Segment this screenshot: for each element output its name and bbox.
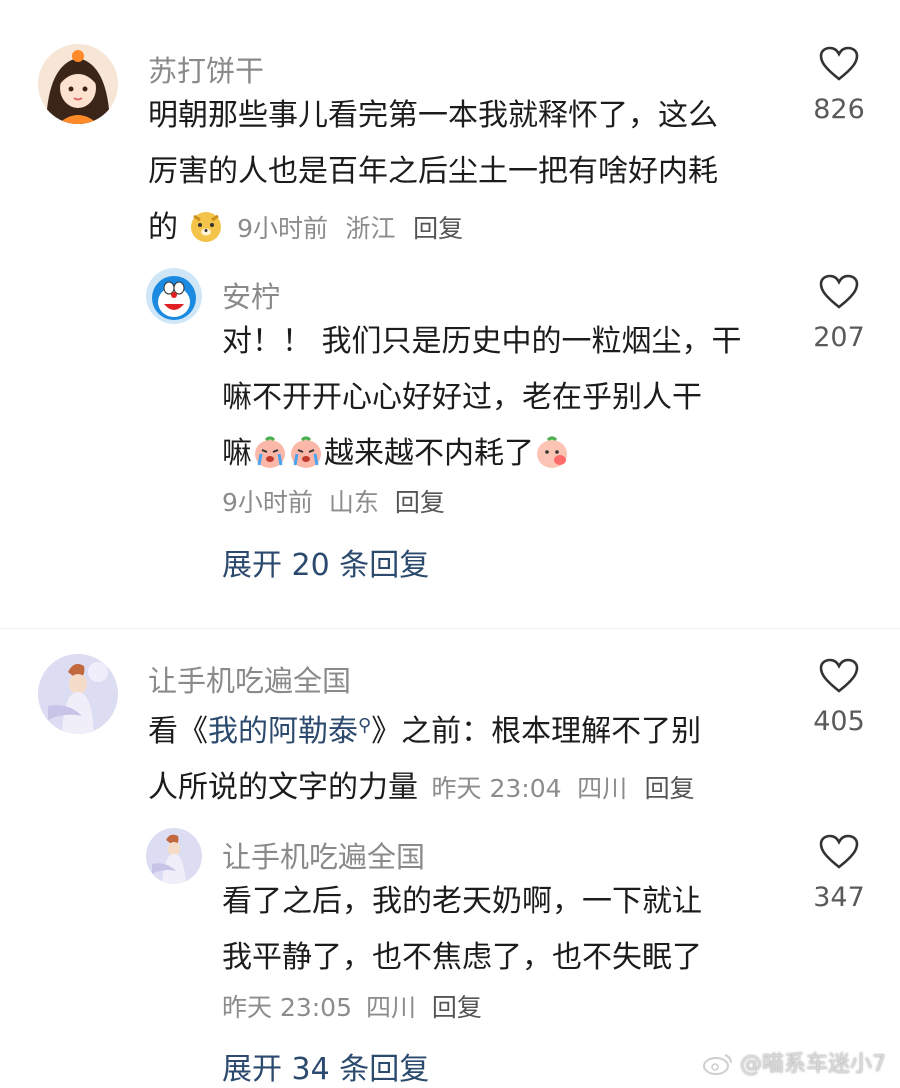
reply-meta: 昨天 23:05 四川 回复 [222, 988, 482, 1024]
comment-text-line: 厉害的人也是百年之后尘土一把有啥好内耗 [148, 154, 718, 189]
comment-text-segment: 看《 [148, 714, 208, 749]
avatar[interactable] [38, 44, 118, 124]
watermark: @喵系车迷小7 [703, 1046, 886, 1078]
comment-username[interactable]: 苏打饼干 [148, 48, 264, 90]
reply-button[interactable]: 回复 [413, 214, 463, 243]
doraemon-avatar-icon [146, 268, 202, 324]
like-count: 826 [813, 94, 865, 125]
reply-text: 看了之后，我的老天奶啊，一下就让 我平静了，也不焦虑了，也不失眠了 [222, 874, 782, 986]
reply-text-line: 对！！ 我们只是历史中的一粒烟尘，干 [222, 324, 742, 359]
expand-replies-button[interactable]: 展开 20 条回复 [222, 540, 429, 584]
watermark-text: @喵系车迷小7 [740, 1052, 886, 1077]
reply-text-segment: 嘛 [222, 436, 252, 471]
anime-character-avatar-icon [146, 828, 202, 884]
like-button[interactable]: 405 [794, 658, 884, 737]
reply-text-line: 看了之后，我的老天奶啊，一下就让 [222, 884, 702, 919]
weibo-logo-icon [703, 1054, 732, 1075]
reply-location: 四川 [365, 993, 416, 1022]
girl-with-orange-avatar-icon [38, 44, 118, 124]
anime-character-avatar-icon [38, 654, 118, 734]
avatar[interactable] [146, 828, 202, 884]
comment-text-line-end: 的 [148, 210, 178, 245]
reply-text-line: 嘛 越来越不内耗了 [222, 426, 782, 482]
like-count: 405 [813, 706, 865, 737]
comment-username[interactable]: 让手机吃遍全国 [148, 658, 351, 700]
like-button[interactable]: 826 [794, 46, 884, 125]
comment-text-line: 看《我的阿勒泰⚲》之前：根本理解不了别 [148, 698, 788, 760]
reply-text-line: 我平静了，也不焦虑了，也不失眠了 [222, 940, 702, 975]
reply-text-line: 嘛不开开心心好好过，老在乎别人干 [222, 380, 702, 415]
heart-icon [819, 834, 859, 869]
comment-text-segment: 》之前：根本理解不了别 [371, 714, 702, 749]
title-link[interactable]: 我的阿勒泰 [208, 714, 358, 749]
reply-location: 山东 [328, 488, 379, 517]
heart-icon [819, 658, 859, 693]
like-button[interactable]: 207 [794, 274, 884, 353]
comment-text-line: 明朝那些事儿看完第一本我就释怀了，这么 [148, 98, 718, 133]
search-icon[interactable]: ⚲ [358, 698, 371, 754]
reply-username[interactable]: 安柠 [222, 274, 280, 316]
avatar[interactable] [146, 268, 202, 324]
reply-button[interactable]: 回复 [432, 993, 482, 1022]
reply-time: 9小时前 [222, 488, 313, 517]
reply-button[interactable]: 回复 [645, 774, 695, 803]
like-count: 347 [813, 882, 865, 913]
comment-text-line: 的 9小时前 浙江 回复 [148, 200, 788, 257]
comment-text-segment: 人所说的文字的力量 [148, 770, 418, 805]
reply-button[interactable]: 回复 [395, 488, 445, 517]
heart-icon [819, 46, 859, 81]
comment-text: 看《我的阿勒泰⚲》之前：根本理解不了别 人所说的文字的力量 昨天 23:04 四… [148, 698, 788, 817]
reply-text: 对！！ 我们只是历史中的一粒烟尘，干 嘛不开开心心好好过，老在乎别人干 嘛 越来越… [222, 314, 782, 482]
blushing-peach-emoji-icon [534, 433, 570, 469]
reply-meta: 9小时前 山东 回复 [222, 483, 445, 519]
comment-text-line: 人所说的文字的力量 昨天 23:04 四川 回复 [148, 760, 788, 817]
comment-time: 9小时前 [237, 214, 328, 243]
comment-location: 四川 [577, 774, 628, 803]
avatar[interactable] [38, 654, 118, 734]
comment-time: 昨天 23:04 [431, 774, 562, 803]
like-count: 207 [813, 322, 865, 353]
reply-time: 昨天 23:05 [222, 993, 352, 1022]
dog-emoji-icon [188, 207, 224, 243]
reply-username[interactable]: 让手机吃遍全国 [222, 834, 425, 876]
expand-replies-button[interactable]: 展开 34 条回复 [222, 1044, 429, 1088]
comment-divider [0, 628, 900, 629]
comment-text: 明朝那些事儿看完第一本我就释怀了，这么 厉害的人也是百年之后尘土一把有啥好内耗 … [148, 88, 788, 257]
reply-text-segment: 越来越不内耗了 [324, 436, 534, 471]
crying-peach-emoji-icon [252, 433, 288, 469]
comment-location: 浙江 [345, 214, 396, 243]
like-button[interactable]: 347 [794, 834, 884, 913]
heart-icon [819, 274, 859, 309]
crying-peach-emoji-icon [288, 433, 324, 469]
